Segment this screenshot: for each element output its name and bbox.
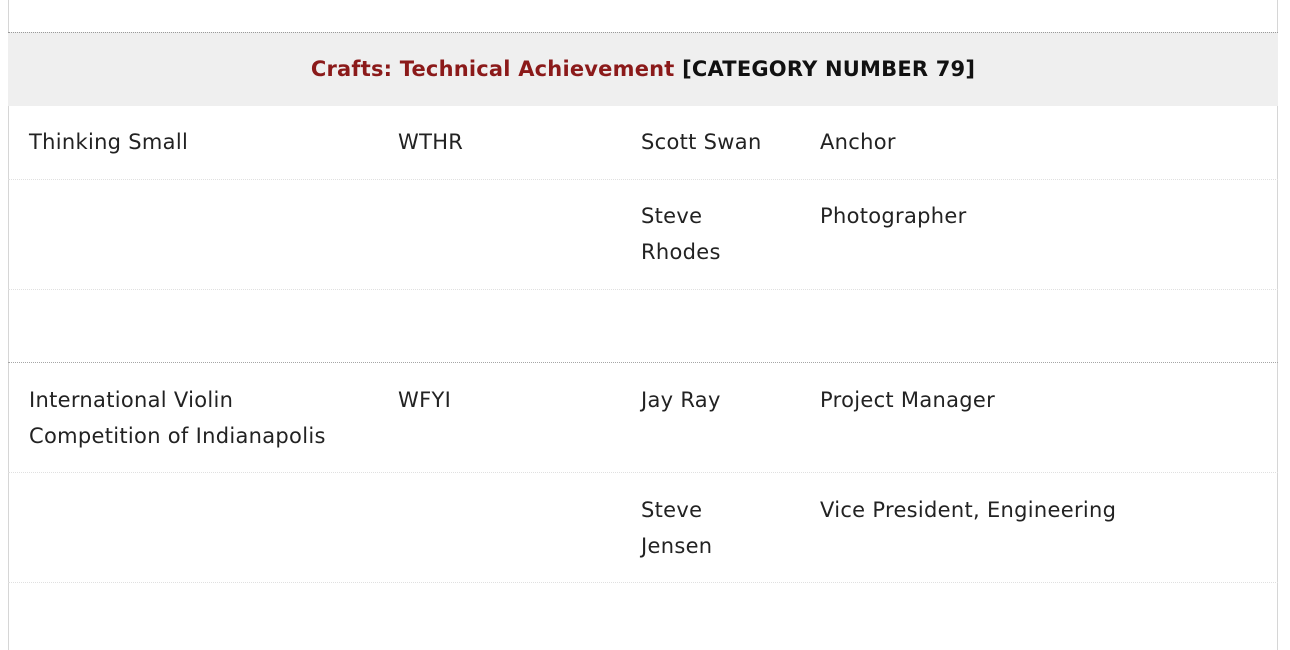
category-name: Crafts: Technical Achievement: [310, 57, 675, 81]
row-divider: [8, 472, 1278, 473]
credit-role: Anchor: [820, 130, 896, 154]
credit-name: Steve Rhodes: [641, 204, 721, 264]
row-divider: [8, 179, 1278, 180]
entry-station: WFYI: [398, 388, 452, 412]
entry-title: Thinking Small: [29, 130, 189, 154]
row-divider: [8, 289, 1278, 290]
category-number: [CATEGORY NUMBER 79]: [682, 57, 976, 81]
row-divider: [8, 582, 1278, 583]
credit-role: Photographer: [820, 204, 967, 228]
entry-title: International Violin Competition of Indi…: [29, 388, 326, 448]
entry-separator: [8, 362, 1278, 363]
entry-station: WTHR: [398, 130, 464, 154]
category-header: Crafts: Technical Achievement [CATEGORY …: [8, 32, 1278, 106]
credit-name: Steve Jensen: [641, 498, 713, 558]
credit-role: Vice President, Engineering: [820, 498, 1117, 522]
credit-name: Jay Ray: [641, 388, 721, 412]
credit-role: Project Manager: [820, 388, 996, 412]
credit-name: Scott Swan: [641, 130, 762, 154]
